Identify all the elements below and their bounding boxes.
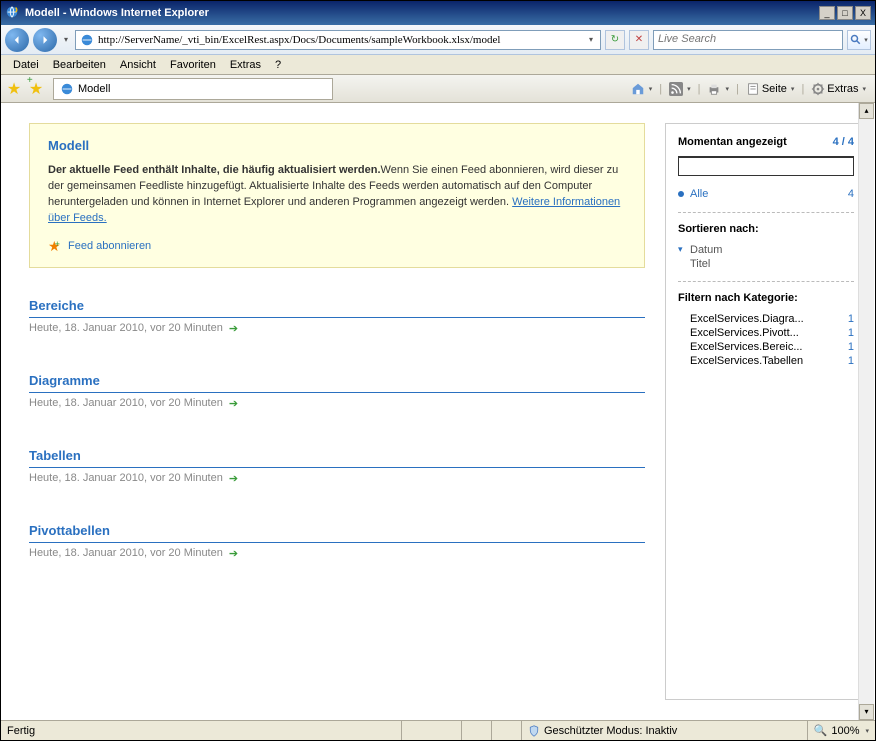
category-item[interactable]: ExcelServices.Diagra...1 [678, 312, 854, 326]
feed-item-date: Heute, 18. Januar 2010, vor 20 Minuten [29, 322, 223, 334]
menu-help[interactable]: ? [269, 57, 287, 73]
sort-title[interactable]: Titel [678, 257, 854, 271]
feed-item-title[interactable]: Bereiche [29, 298, 84, 313]
goto-arrow-icon[interactable]: ➔ [229, 322, 238, 335]
home-button[interactable]: ▾ [626, 78, 658, 100]
shield-icon [528, 725, 540, 737]
minimize-button[interactable]: _ [819, 6, 835, 20]
page-button[interactable]: Seite▾ [741, 78, 800, 100]
history-dropdown[interactable]: ▾ [61, 35, 71, 44]
menu-view[interactable]: Ansicht [114, 57, 162, 73]
zoom-icon: 🔍 [814, 724, 828, 737]
filter-by-label: Filtern nach Kategorie: [678, 292, 854, 304]
ie-icon [5, 5, 21, 21]
tools-button[interactable]: Extras▾ [806, 78, 871, 100]
url-input[interactable] [98, 34, 586, 46]
navbar: ▾ ▾ ↻ ✕ ▾ [1, 25, 875, 55]
search-button[interactable]: ▾ [847, 30, 871, 50]
url-favicon-icon [80, 33, 94, 47]
displayed-label: Momentan angezeigt [678, 136, 787, 148]
sort-by-label: Sortieren nach: [678, 223, 854, 235]
subscribe-icon: ★+ [48, 239, 62, 253]
sort-date[interactable]: Datum [678, 243, 854, 257]
goto-arrow-icon[interactable]: ➔ [229, 397, 238, 410]
filter-all-count: 4 [848, 188, 854, 200]
window-title: Modell - Windows Internet Explorer [25, 7, 817, 19]
feeds-button[interactable]: ▾ [664, 78, 696, 100]
feed-title: Modell [48, 138, 626, 153]
page-button-label: Seite [762, 83, 787, 95]
add-favorite-icon[interactable]: ★+ [27, 80, 45, 98]
filter-all-link[interactable]: Alle [690, 188, 708, 200]
print-button[interactable]: ▾ [702, 78, 734, 100]
subscribe-link[interactable]: Feed abonnieren [68, 240, 151, 252]
content-area: Modell Der aktuelle Feed enthält Inhalte… [1, 103, 875, 720]
stop-button[interactable]: ✕ [629, 30, 649, 50]
displayed-count: 4 / 4 [833, 136, 854, 148]
feed-main: Modell Der aktuelle Feed enthält Inhalte… [29, 123, 665, 700]
menubar: Datei Bearbeiten Ansicht Favoriten Extra… [1, 55, 875, 75]
feed-info-box: Modell Der aktuelle Feed enthält Inhalte… [29, 123, 645, 268]
url-dropdown[interactable]: ▾ [586, 35, 596, 44]
back-button[interactable] [5, 28, 29, 52]
scroll-up-button[interactable]: ▴ [859, 103, 874, 119]
feed-item-title[interactable]: Diagramme [29, 373, 100, 388]
feed-item-date: Heute, 18. Januar 2010, vor 20 Minuten [29, 547, 223, 559]
category-item[interactable]: ExcelServices.Bereic...1 [678, 340, 854, 354]
search-bar[interactable] [653, 30, 843, 50]
titlebar: Modell - Windows Internet Explorer _ □ X [1, 1, 875, 25]
goto-arrow-icon[interactable]: ➔ [229, 472, 238, 485]
scroll-down-button[interactable]: ▾ [859, 704, 874, 720]
command-bar: ★ ★+ Modell ▾ | ▾ | ▾ | Seite▾ | Extras▾ [1, 75, 875, 103]
feed-item-date: Heute, 18. Januar 2010, vor 20 Minuten [29, 472, 223, 484]
favorites-star-icon[interactable]: ★ [5, 80, 23, 98]
status-ready: Fertig [1, 721, 401, 740]
address-bar[interactable]: ▾ [75, 30, 601, 50]
statusbar: Fertig Geschützter Modus: Inaktiv 🔍 100%… [1, 720, 875, 740]
refresh-button[interactable]: ↻ [605, 30, 625, 50]
status-protected-mode: Geschützter Modus: Inaktiv [521, 721, 807, 740]
close-button[interactable]: X [855, 6, 871, 20]
browser-tab[interactable]: Modell [53, 78, 333, 100]
feed-item-date: Heute, 18. Januar 2010, vor 20 Minuten [29, 397, 223, 409]
feed-item: Diagramme Heute, 18. Januar 2010, vor 20… [29, 373, 645, 410]
feed-item: Bereiche Heute, 18. Januar 2010, vor 20 … [29, 298, 645, 335]
bullet-icon [678, 191, 684, 197]
maximize-button[interactable]: □ [837, 6, 853, 20]
menu-edit[interactable]: Bearbeiten [47, 57, 112, 73]
feed-description: Der aktuelle Feed enthält Inhalte, die h… [48, 163, 626, 227]
zoom-control[interactable]: 🔍 100% ▾ [807, 721, 875, 740]
search-input[interactable] [658, 33, 838, 45]
tab-label: Modell [78, 83, 110, 95]
goto-arrow-icon[interactable]: ➔ [229, 547, 238, 560]
vertical-scrollbar[interactable]: ▴ ▾ [858, 103, 874, 720]
category-item[interactable]: ExcelServices.Pivott...1 [678, 326, 854, 340]
menu-file[interactable]: Datei [7, 57, 45, 73]
category-item[interactable]: ExcelServices.Tabellen1 [678, 354, 854, 368]
menu-favorites[interactable]: Favoriten [164, 57, 222, 73]
sidebar-search-input[interactable] [678, 156, 854, 176]
feed-item-title[interactable]: Pivottabellen [29, 523, 110, 538]
feed-item-title[interactable]: Tabellen [29, 448, 81, 463]
menu-extras[interactable]: Extras [224, 57, 267, 73]
tools-button-label: Extras [827, 83, 858, 95]
feed-sidebar: Momentan angezeigt 4 / 4 Alle 4 Sortiere… [665, 123, 867, 700]
subscribe-row: ★+ Feed abonnieren [48, 239, 626, 253]
tab-favicon-icon [60, 82, 74, 96]
feed-item: Tabellen Heute, 18. Januar 2010, vor 20 … [29, 448, 645, 485]
zoom-level: 100% [831, 725, 859, 737]
feed-item: Pivottabellen Heute, 18. Januar 2010, vo… [29, 523, 645, 560]
forward-button[interactable] [33, 28, 57, 52]
